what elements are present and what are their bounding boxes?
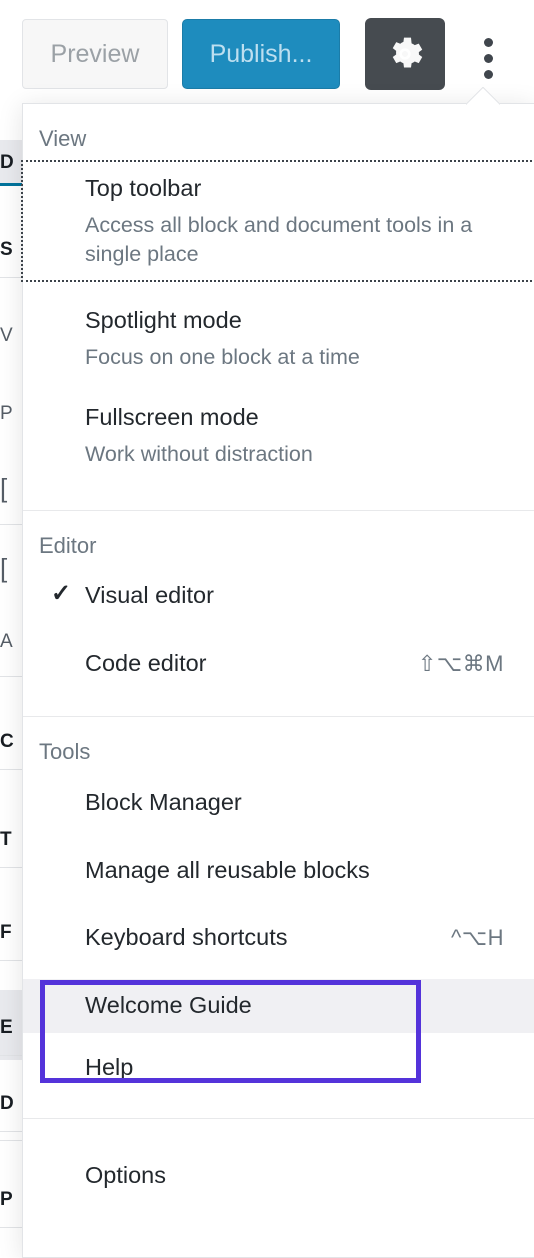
bg-panel-featured: F <box>0 905 24 961</box>
menu-item-top-toolbar[interactable]: Top toolbar Access all block and documen… <box>21 160 534 283</box>
bg-panel-status: S <box>0 222 24 278</box>
bg-panel-excerpt: E <box>0 1000 24 1056</box>
menu-item-shortcut: ^⌥H <box>450 925 504 951</box>
more-options-button[interactable] <box>466 18 510 90</box>
menu-group-view: View Top toolbar Access all block and do… <box>21 104 534 510</box>
menu-item-title: Keyboard shortcuts <box>85 924 288 951</box>
publish-button[interactable]: Publish... <box>182 19 340 89</box>
bg-icon-pending: [ <box>0 473 8 503</box>
bg-icon-backup: [ <box>0 553 8 583</box>
bg-panel-postattributes: P <box>0 1172 24 1228</box>
menu-item-title: Options <box>85 1162 166 1189</box>
bg-field-author: A <box>0 631 13 652</box>
menu-item-title: Visual editor <box>85 582 214 608</box>
menu-item-title: Fullscreen mode <box>85 403 259 430</box>
menu-item-shortcut: ⇧⌥⌘M <box>417 650 504 676</box>
bg-field-visibility: V <box>0 325 13 346</box>
ellipsis-vertical-icon <box>484 38 493 47</box>
menu-item-title: Manage all reusable blocks <box>85 856 370 883</box>
bg-panel-tags: T <box>0 812 24 868</box>
menu-group-label-editor: Editor <box>39 532 97 558</box>
menu-group-label-tools: Tools <box>39 739 91 765</box>
menu-item-manage-reusable-blocks[interactable]: Manage all reusable blocks <box>23 844 534 898</box>
menu-item-code-editor[interactable]: Code editor ⇧⌥⌘M <box>23 637 534 691</box>
menu-item-keyboard-shortcuts[interactable]: Keyboard shortcuts ^⌥H <box>23 911 534 965</box>
menu-item-description: Focus on one block at a time <box>85 344 360 369</box>
menu-group-preferences: Options <box>23 1118 534 1227</box>
menu-item-description: Work without distraction <box>85 441 313 466</box>
menu-group-tools: Tools Block Manager Manage all reusable … <box>23 716 534 1118</box>
editor-toolbar: Preview Publish... <box>0 0 534 104</box>
menu-item-welcome-guide[interactable]: Welcome Guide <box>23 978 534 1033</box>
menu-item-description: Access all block and document tools in a… <box>85 213 473 267</box>
editor-screen: D S V P [ [ A C T F E D P Preview Publis… <box>0 0 534 1258</box>
settings-button[interactable] <box>365 18 445 90</box>
menu-item-options[interactable]: Options <box>23 1149 534 1203</box>
bg-tab-document: D <box>0 140 24 186</box>
ellipsis-dot-bottom <box>484 70 493 79</box>
bg-panel-categories: C <box>0 714 24 770</box>
menu-item-title: Help <box>85 1053 134 1080</box>
menu-item-title: Block Manager <box>85 788 242 815</box>
bg-field-publish: P <box>0 403 13 424</box>
background-sidebar: D S V P [ [ A C T F E D P <box>0 0 24 1258</box>
bg-panel-discussion: D <box>0 1076 24 1132</box>
menu-item-block-manager[interactable]: Block Manager <box>23 776 534 830</box>
menu-group-label-view: View <box>39 126 87 151</box>
menu-item-help[interactable]: Help <box>23 1041 534 1095</box>
more-options-menu: View Top toolbar Access all block and do… <box>21 103 534 1258</box>
menu-item-title: Welcome Guide <box>85 991 252 1018</box>
menu-item-title: Spotlight mode <box>85 307 242 334</box>
checkmark-icon: ✓ <box>51 580 72 607</box>
popover-arrow <box>466 87 500 105</box>
menu-item-spotlight-mode[interactable]: Spotlight mode Focus on one block at a t… <box>23 294 534 383</box>
preview-button[interactable]: Preview <box>22 19 168 89</box>
menu-item-visual-editor[interactable]: ✓ Visual editor <box>23 569 534 623</box>
ellipsis-dot-middle <box>484 54 493 63</box>
menu-group-editor: Editor ✓ Visual editor Code editor ⇧⌥⌘M <box>23 509 534 717</box>
menu-item-fullscreen-mode[interactable]: Fullscreen mode Work without distraction <box>23 391 534 480</box>
menu-item-title: Top toolbar <box>85 175 202 202</box>
